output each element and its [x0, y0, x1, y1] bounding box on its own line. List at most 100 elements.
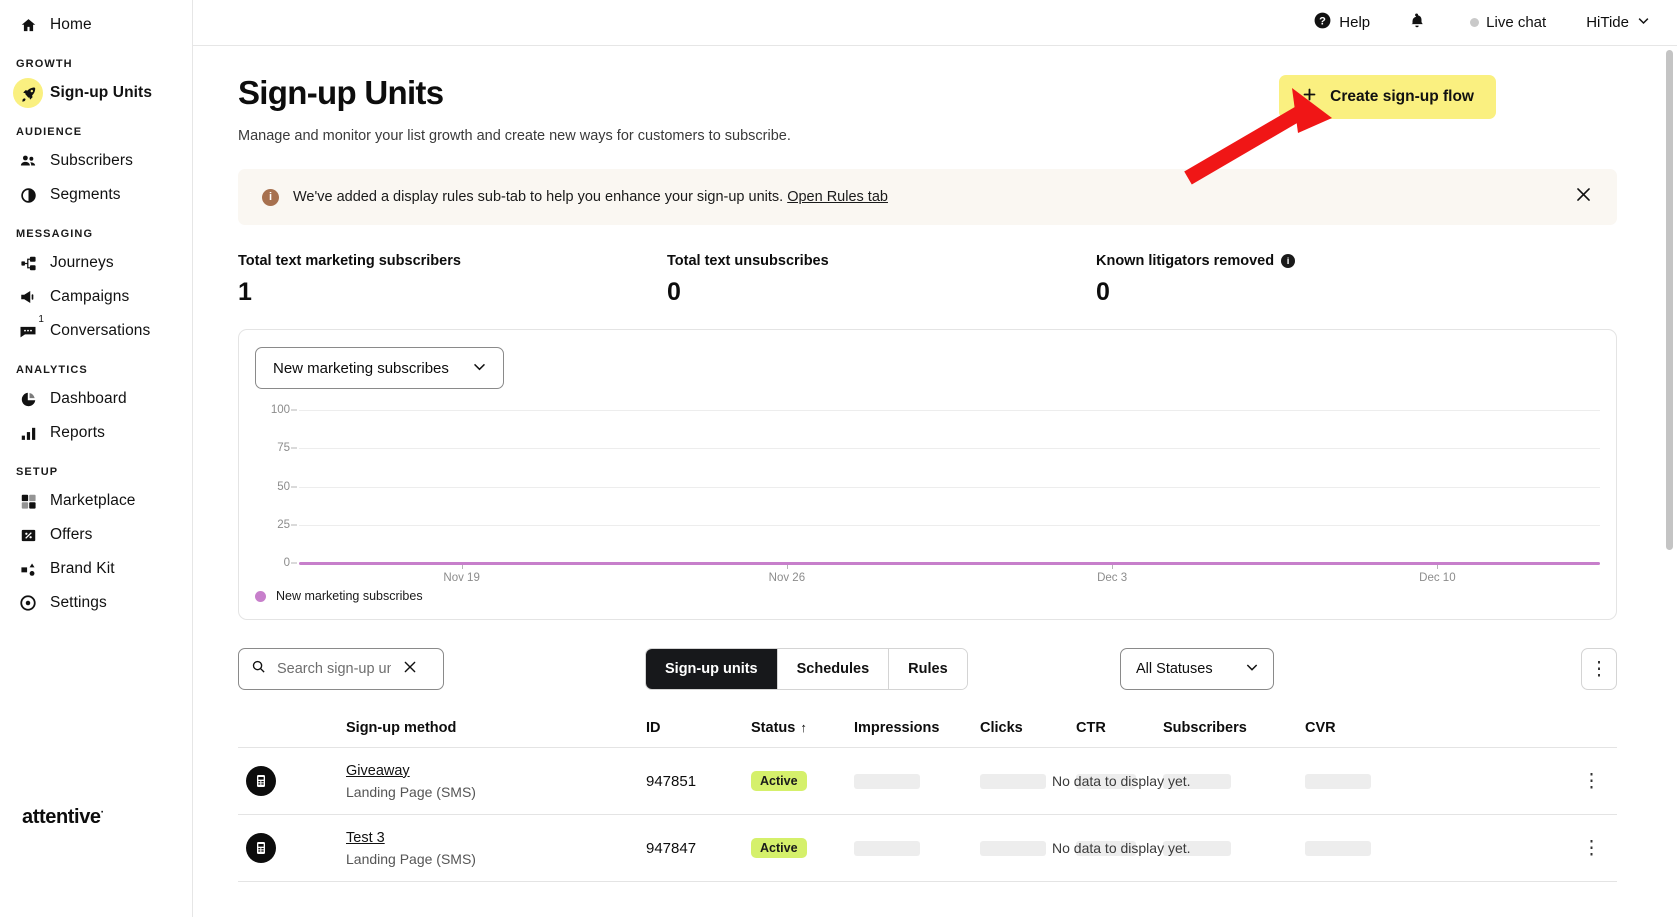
col-impressions[interactable]: Impressions — [854, 720, 980, 736]
clear-search-icon[interactable] — [402, 659, 418, 680]
sidebar-item-subscribers[interactable]: Subscribers — [0, 144, 192, 178]
row-sign-up-method-link[interactable]: Test 3 — [346, 830, 646, 846]
banner-text: We've added a display rules sub-tab to h… — [293, 189, 888, 205]
status-dot-icon — [1470, 18, 1480, 27]
account-menu[interactable]: HiTide — [1586, 13, 1651, 32]
table-options-button[interactable]: ⋮ — [1581, 648, 1617, 690]
gridline — [299, 524, 1600, 526]
sidebar-item-marketplace[interactable]: Marketplace — [0, 484, 192, 518]
chart-plot-area: 0 25 50 75 100 Nov 19 Nov 26 Dec 3 Dec 10 — [255, 404, 1600, 584]
metric-select-value: New marketing subscribes — [273, 359, 449, 377]
row-cvr — [1305, 840, 1399, 856]
sidebar-item-offers[interactable]: Offers — [0, 518, 192, 552]
close-icon[interactable] — [1574, 185, 1593, 209]
stat-label: Total text marketing subscribers — [238, 253, 461, 269]
sidebar-item-label: Marketplace — [50, 492, 136, 509]
col-id[interactable]: ID — [646, 720, 751, 736]
col-clicks[interactable]: Clicks — [980, 720, 1076, 736]
chevron-down-icon — [471, 358, 488, 379]
col-ctr[interactable]: CTR — [1076, 720, 1163, 736]
tab-sign-up-units[interactable]: Sign-up units — [646, 649, 777, 689]
table-row[interactable]: Giveaway Landing Page (SMS) 947851 Active ⋮ N… — [238, 748, 1617, 815]
home-icon — [18, 15, 38, 35]
col-sign-up-method[interactable]: Sign-up method — [346, 720, 646, 736]
stat-label: Known litigators removed i — [1096, 253, 1296, 269]
chevron-down-icon — [1636, 13, 1651, 32]
help-label: Help — [1339, 14, 1371, 31]
row-icon-cell — [238, 833, 346, 863]
sidebar-item-label: Offers — [50, 526, 93, 543]
table-row[interactable]: Test 3 Landing Page (SMS) 947847 Active ⋮ No … — [238, 815, 1617, 882]
row-no-data-label: No data to display yet. — [1052, 773, 1191, 789]
open-rules-tab-link[interactable]: Open Rules tab — [787, 189, 888, 205]
chevron-down-icon — [1244, 659, 1260, 679]
chart-inner: 0 25 50 75 100 Nov 19 Nov 26 Dec 3 Dec 10 — [271, 404, 1600, 584]
sidebar-item-journeys[interactable]: Journeys — [0, 246, 192, 280]
sidebar-item-label: Home — [50, 16, 92, 33]
live-chat-button[interactable]: Live chat — [1470, 14, 1546, 31]
tab-schedules[interactable]: Schedules — [776, 649, 889, 689]
legend-color-dot — [255, 590, 266, 602]
sidebar-item-sign-up-units[interactable]: Sign-up Units — [0, 76, 192, 110]
row-kebab-icon[interactable]: ⋮ — [1582, 839, 1601, 858]
series-line-new-marketing-subscribes — [299, 562, 1600, 565]
metric-select-dropdown[interactable]: New marketing subscribes — [255, 347, 504, 389]
row-sign-up-method-link[interactable]: Giveaway — [346, 763, 646, 779]
notifications-button[interactable] — [1408, 12, 1426, 34]
sidebar-item-brand-kit[interactable]: Brand Kit — [0, 552, 192, 586]
status-filter-dropdown[interactable]: All Statuses — [1120, 648, 1274, 690]
brand-mark: · — [100, 806, 105, 819]
sidebar-item-settings[interactable]: Settings — [0, 586, 192, 620]
row-actions-cell: ⋮ — [1399, 772, 1617, 791]
sidebar-section-audience: AUDIENCE — [16, 126, 83, 138]
attentive-logo: attentive· — [22, 806, 104, 829]
col-cvr[interactable]: CVR — [1305, 720, 1399, 736]
info-tooltip-icon[interactable]: i — [1281, 254, 1296, 268]
chart-legend: New marketing subscribes — [255, 589, 423, 603]
stat-known-litigators-removed: Known litigators removed i 0 — [1096, 253, 1296, 307]
row-cvr — [1305, 773, 1399, 789]
stat-label: Total text unsubscribes — [667, 253, 829, 269]
y-axis-tick-label: 75 — [277, 442, 290, 455]
sidebar-item-segments[interactable]: Segments — [0, 178, 192, 212]
info-banner: i We've added a display rules sub-tab to… — [238, 169, 1617, 225]
search-sign-up-units[interactable] — [238, 648, 444, 690]
y-axis-tick-label: 0 — [283, 557, 290, 569]
x-axis-tick-label: Dec 10 — [1419, 572, 1456, 584]
sidebar-item-campaigns[interactable]: Campaigns — [0, 280, 192, 314]
bar-chart-icon — [18, 423, 38, 443]
row-no-data-label: No data to display yet. — [1052, 840, 1191, 856]
search-icon — [251, 659, 266, 679]
sidebar-item-label: Settings — [50, 594, 107, 611]
sidebar-item-reports[interactable]: Reports — [0, 416, 192, 450]
table-controls: Sign-up units Schedules Rules All Status… — [238, 648, 1617, 690]
conversations-badge: 1 — [38, 314, 44, 325]
create-sign-up-flow-button[interactable]: Create sign-up flow — [1279, 75, 1496, 119]
search-input[interactable] — [275, 660, 393, 678]
brand-name: attentive — [22, 806, 101, 828]
tab-rules[interactable]: Rules — [888, 649, 967, 689]
sign-up-units-table: Sign-up method ID Status ↑ Impressions Cl… — [238, 708, 1617, 882]
row-sign-up-method-type: Landing Page (SMS) — [346, 783, 476, 800]
sidebar-section-setup: SETUP — [16, 466, 59, 478]
col-status[interactable]: Status ↑ — [751, 720, 854, 736]
sidebar-item-label: Conversations — [50, 322, 151, 339]
journeys-icon — [18, 253, 38, 273]
bell-icon — [1408, 12, 1426, 34]
page-scrollbar[interactable] — [1666, 50, 1673, 550]
x-axis-tick-label: Nov 19 — [443, 572, 480, 584]
megaphone-icon — [18, 287, 38, 307]
live-chat-label: Live chat — [1486, 14, 1547, 31]
brand-kit-icon — [18, 559, 38, 579]
row-kebab-icon[interactable]: ⋮ — [1582, 772, 1601, 791]
sidebar-item-conversations[interactable]: 1 Conversations — [0, 314, 192, 348]
help-button[interactable]: ? Help — [1313, 11, 1370, 34]
info-icon: i — [262, 188, 279, 206]
status-badge: Active — [751, 771, 807, 791]
stat-total-text-marketing-subscribers: Total text marketing subscribers 1 — [238, 253, 667, 307]
sidebar-item-dashboard[interactable]: Dashboard — [0, 382, 192, 416]
people-icon — [18, 151, 38, 171]
row-id: 947847 — [646, 839, 697, 857]
col-subscribers[interactable]: Subscribers — [1163, 720, 1305, 736]
sidebar-item-home[interactable]: Home — [0, 8, 192, 42]
